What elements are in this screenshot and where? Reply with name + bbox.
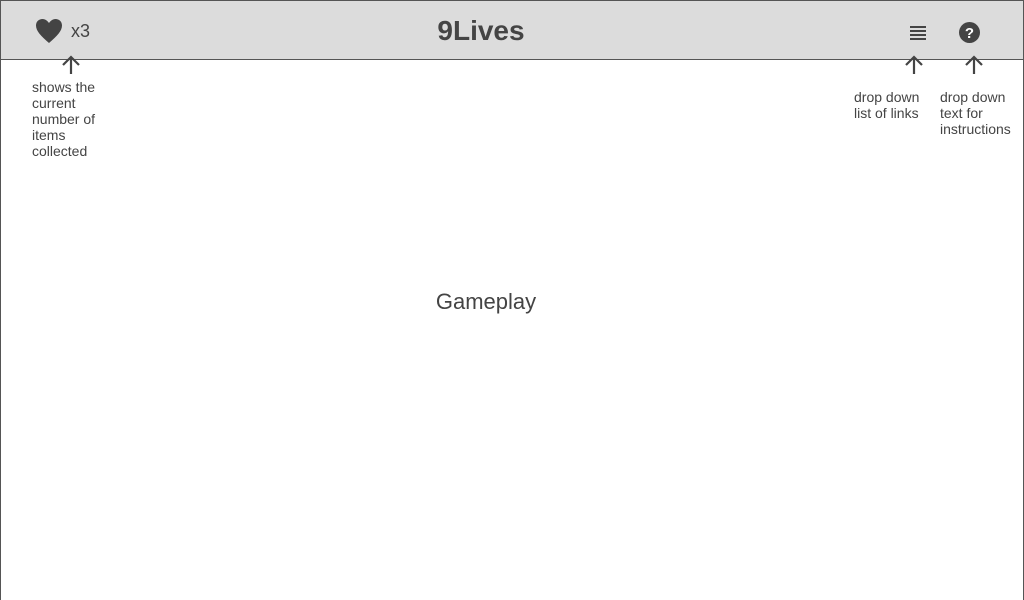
svg-text:?: ? [965, 25, 974, 42]
top-bar: x3 9Lives ? [1, 1, 1023, 60]
app-title: 9Lives [437, 15, 525, 46]
gameplay-area-label: Gameplay [435, 289, 537, 314]
instructions-annotation: drop down text for instructions [940, 89, 1011, 137]
items-annotation: shows the current number of items collec… [32, 79, 96, 159]
arrow-up-icon [965, 55, 983, 74]
help-question-icon[interactable]: ? [958, 21, 981, 44]
arrow-up-icon [905, 55, 923, 74]
app-frame: x3 9Lives ? shows the current number of … [0, 0, 1024, 600]
arrow-up-icon [62, 55, 80, 74]
menu-list-icon[interactable] [908, 23, 928, 41]
links-annotation: drop down list of links [854, 89, 920, 121]
